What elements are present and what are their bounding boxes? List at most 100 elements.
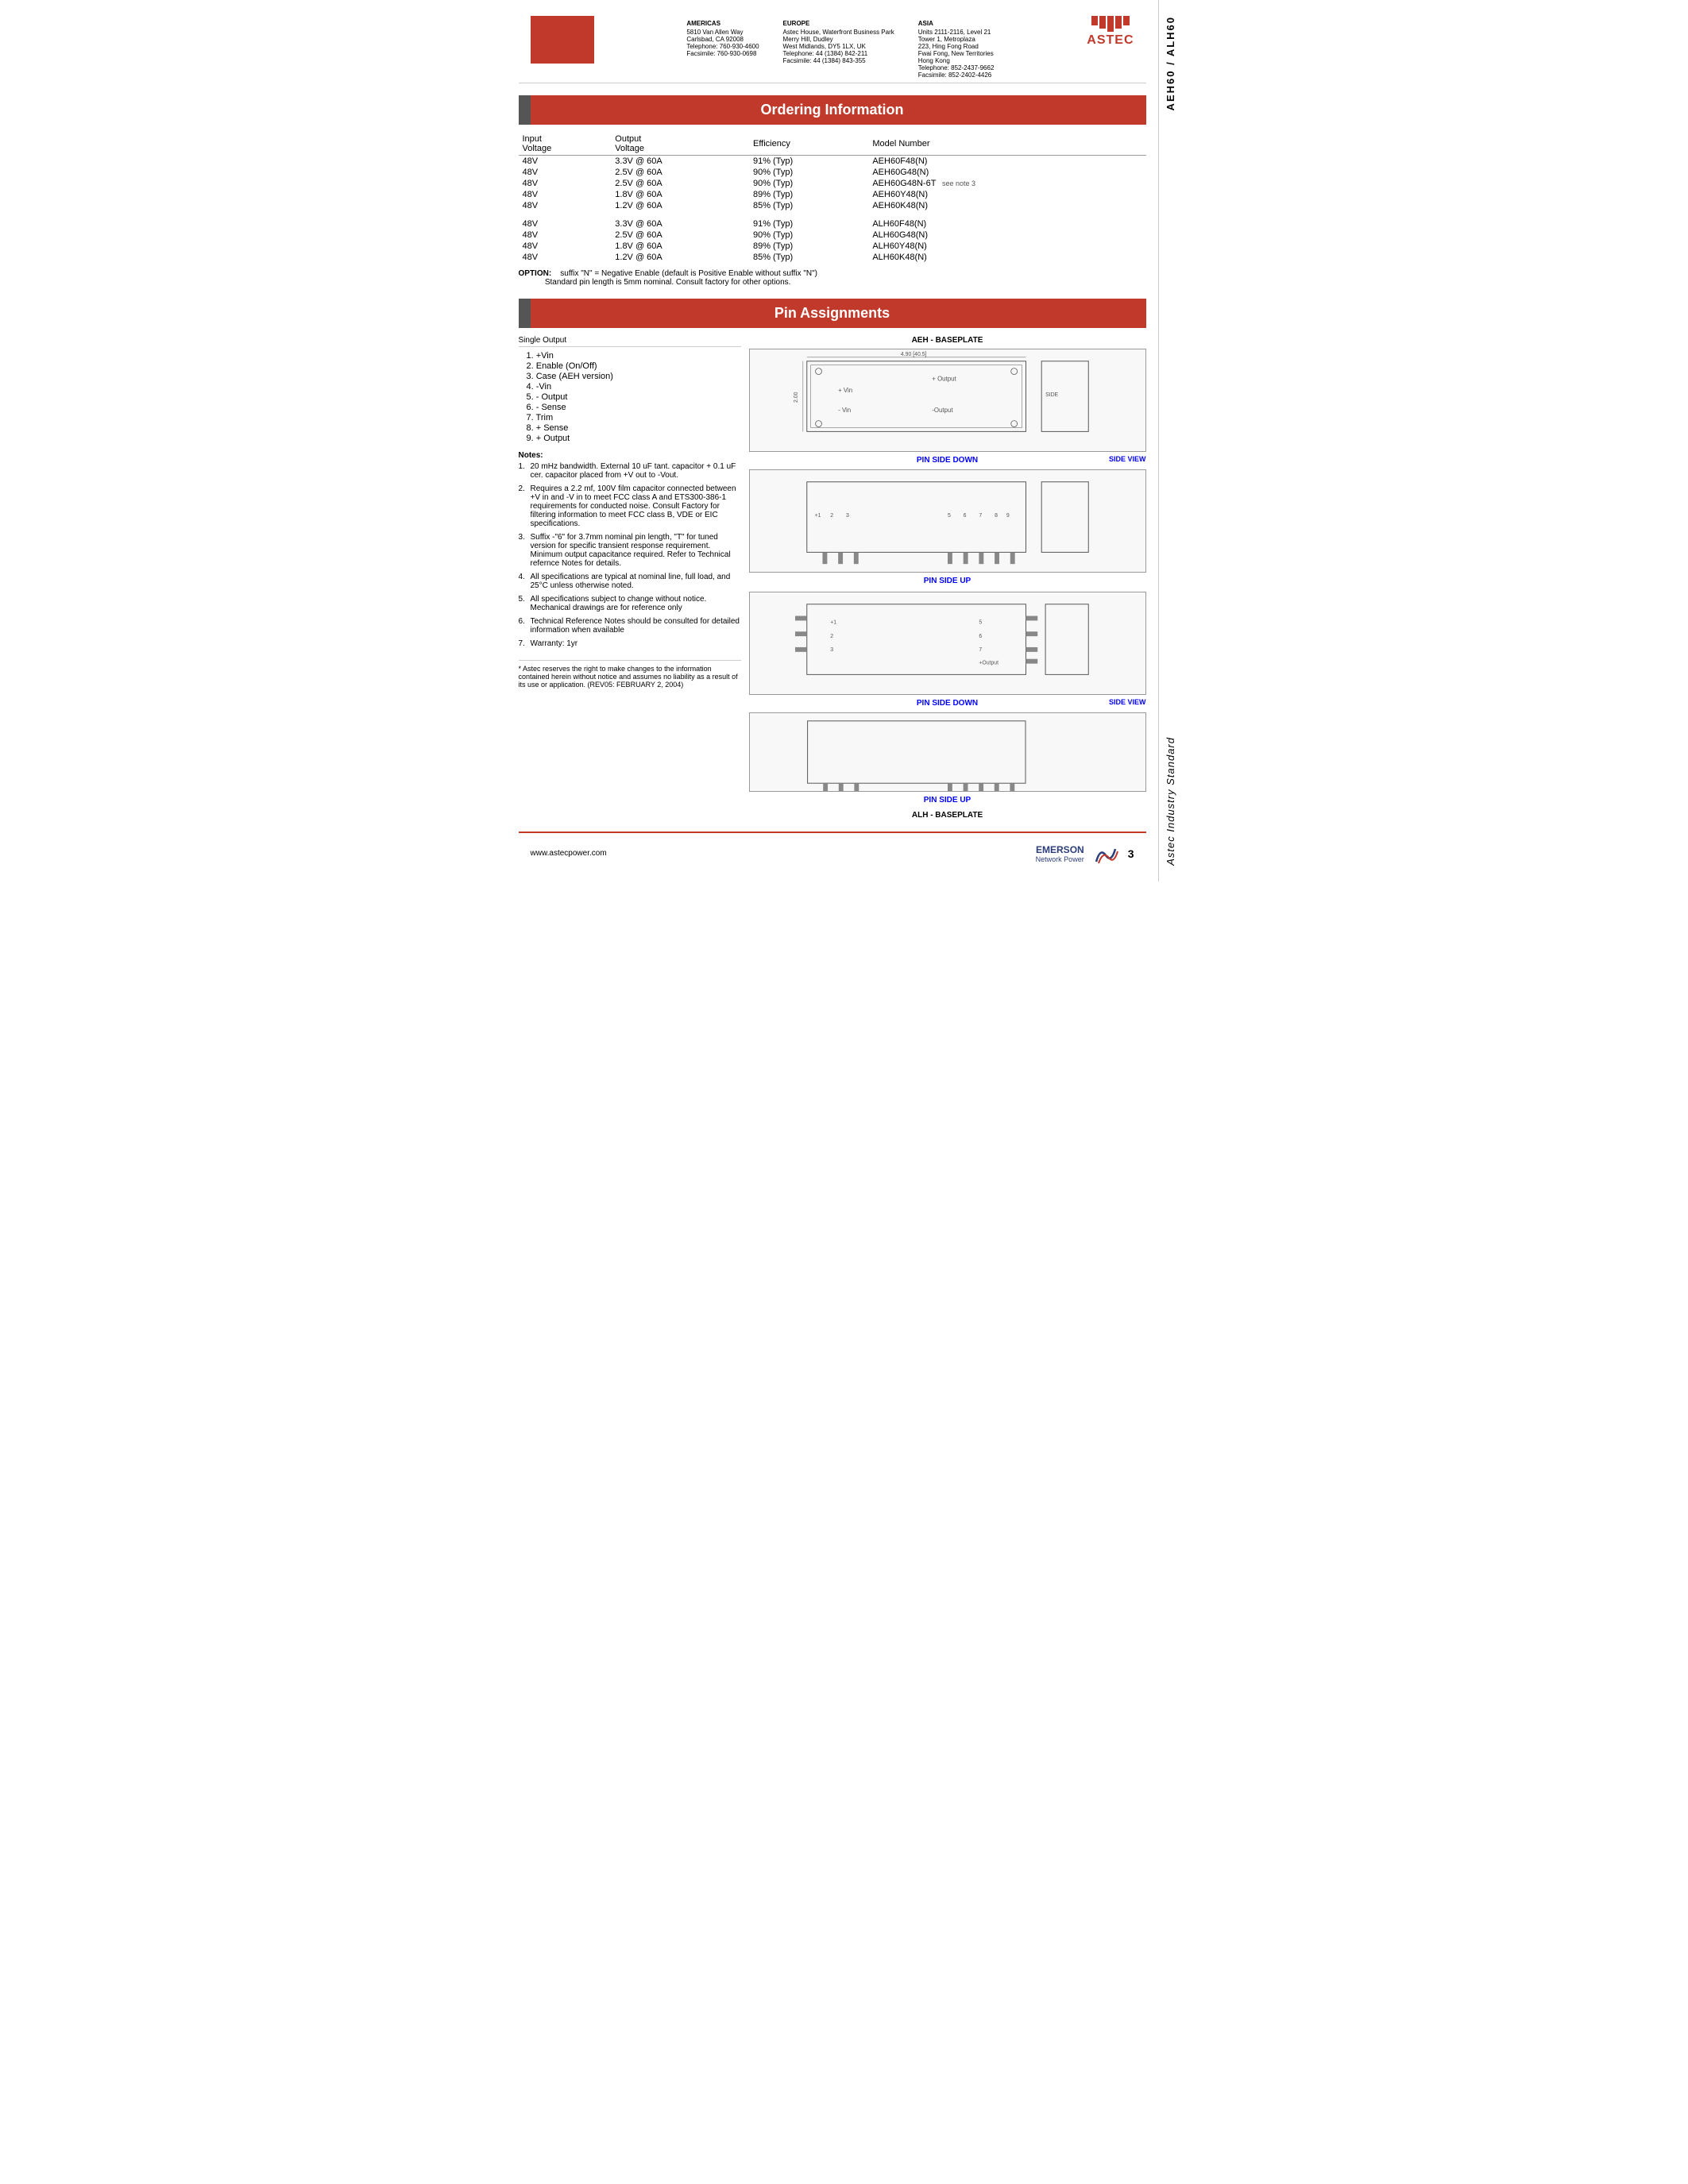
list-item: 7. Trim [527,413,741,423]
side-label-top: AEH60 / ALH60 [1165,16,1176,110]
list-item: 1. +Vin [527,351,741,361]
note-num: 3. [519,533,528,568]
pin-title: Pin Assignments [774,305,890,321]
input-voltage: 48V [519,218,612,230]
footer-right: EMERSON Network Power 3 [1036,839,1134,867]
model-number: AEH60G48N-6T see note 3 [868,178,1145,189]
europe-title: EUROPE [783,20,894,27]
emerson-icon [1092,839,1120,867]
side-label-bottom: Astec Industry Standard [1165,737,1176,866]
note-text: Technical Reference Notes should be cons… [531,617,741,635]
europe-region: EUROPE Astec House, Waterfront Business … [783,20,894,79]
note-text: All specifications subject to change wit… [531,595,741,612]
efficiency: 85% (Typ) [749,252,868,263]
list-item: 5. - Output [527,392,741,402]
svg-text:2.00: 2.00 [793,392,798,403]
astec-bar-1 [1091,16,1098,25]
list-item: 9. + Output [527,434,741,443]
model-number: AEH60G48(N) [868,167,1145,178]
output-voltage: 1.2V @ 60A [611,200,749,211]
svg-text:3: 3 [830,647,833,653]
model-number: AEH60K48(N) [868,200,1145,211]
note-num: 6. [519,617,528,635]
svg-text:4.90 [40.5]: 4.90 [40.5] [900,352,926,357]
table-row: 48V 1.8V @ 60A 89% (Typ) ALH60Y48(N) [519,241,1146,252]
footer: www.astecpower.com EMERSON Network Power… [519,832,1146,874]
svg-text:6: 6 [963,513,966,519]
svg-text:+ Vin: + Vin [838,387,852,394]
output-voltage: 3.3V @ 60A [611,156,749,168]
astec-logo-text: ASTEC [1087,33,1134,48]
svg-text:+1: +1 [830,619,836,625]
note-num: 5. [519,595,528,612]
emerson-text: EMERSON [1036,844,1084,855]
output-voltage: 1.8V @ 60A [611,189,749,200]
note-text: Warranty: 1yr [531,639,578,648]
efficiency: 90% (Typ) [749,178,868,189]
svg-text:+Output: +Output [979,661,999,666]
col-efficiency: Efficiency [749,133,868,156]
model-number: ALH60Y48(N) [868,241,1145,252]
aeh-top-svg: + Vin + Output - Vin -Output SIDE 4.90 [… [750,349,1145,451]
model-number: ALH60G48(N) [868,230,1145,241]
model-number: AEH60F48(N) [868,156,1145,168]
notes-section: Notes: 1.20 mHz bandwidth. External 10 u… [519,451,741,648]
asia-line3: 223, Hing Fong Road [918,43,995,50]
aeh-top-diagram: + Vin + Output - Vin -Output SIDE 4.90 [… [749,349,1146,452]
svg-text:9: 9 [1006,513,1009,519]
list-item: 2. Enable (On/Off) [527,361,741,371]
svg-text:2: 2 [830,513,833,519]
asia-line2: Tower 1, Metroplaza [918,36,995,43]
table-row: 48V 1.2V @ 60A 85% (Typ) ALH60K48(N) [519,252,1146,263]
pin-side-up-1-label: PIN SIDE UP [749,577,1146,585]
svg-text:5: 5 [948,513,951,519]
astec-bar-3 [1107,16,1114,32]
americas-line2: Carlsbad, CA 92008 [686,36,759,43]
note-num: 1. [519,462,528,480]
asia-line4: Fwai Fong, New Territories [918,50,995,57]
astec-bars [1091,16,1130,32]
astec-logo-area: ASTEC [1087,16,1134,48]
input-voltage: 48V [519,178,612,189]
single-output-label: Single Output [519,336,741,347]
table-row: 48V 3.3V @ 60A 91% (Typ) AEH60F48(N) [519,156,1146,168]
col-output: OutputVoltage [611,133,749,156]
page-number: 3 [1128,847,1134,860]
col-model: Model Number [868,133,1145,156]
note-num: 4. [519,573,528,590]
table-row: 48V 1.8V @ 60A 89% (Typ) AEH60Y48(N) [519,189,1146,200]
pin-section-header: Pin Assignments [519,299,1146,328]
note-text: 20 mHz bandwidth. External 10 uF tant. c… [531,462,741,480]
output-voltage: 2.5V @ 60A [611,178,749,189]
europe-line4: Telephone: 44 (1384) 842-211 [783,50,894,57]
notes-list: 1.20 mHz bandwidth. External 10 uF tant.… [519,462,741,648]
asia-line5: Hong Kong [918,57,995,64]
efficiency: 91% (Typ) [749,218,868,230]
note-item: 4.All specifications are typical at nomi… [519,573,741,590]
list-item: 8. + Sense [527,423,741,433]
disclaimer: * Astec reserves the right to make chang… [519,660,741,689]
efficiency: 91% (Typ) [749,156,868,168]
asia-region: ASIA Units 2111-2116, Level 21 Tower 1, … [918,20,995,79]
input-voltage: 48V [519,230,612,241]
europe-line3: West Midlands, DY5 1LX, UK [783,43,894,50]
side-label: AEH60 / ALH60 Astec Industry Standard [1158,0,1182,882]
pin-section: Pin Assignments Single Output 1. +Vin2. … [519,299,1146,820]
svg-text:8: 8 [995,513,998,519]
efficiency: 89% (Typ) [749,189,868,200]
svg-text:- Vin: - Vin [838,407,851,414]
efficiency: 90% (Typ) [749,167,868,178]
pin-left-column: Single Output 1. +Vin2. Enable (On/Off) 3… [519,336,741,820]
output-voltage: 1.8V @ 60A [611,241,749,252]
note-text: All specifications are typical at nomina… [531,573,741,590]
list-item: 6. - Sense [527,403,741,412]
svg-text:SIDE: SIDE [1045,392,1058,398]
note-item: 6.Technical Reference Notes should be co… [519,617,741,635]
alh-baseplate-label: ALH - BASEPLATE [749,811,1146,820]
note-item: 7.Warranty: 1yr [519,639,741,648]
table-row: 48V 2.5V @ 60A 90% (Typ) AEH60G48(N) [519,167,1146,178]
note-num: 2. [519,484,528,528]
ordering-title: Ordering Information [761,102,904,118]
input-voltage: 48V [519,156,612,168]
input-voltage: 48V [519,189,612,200]
